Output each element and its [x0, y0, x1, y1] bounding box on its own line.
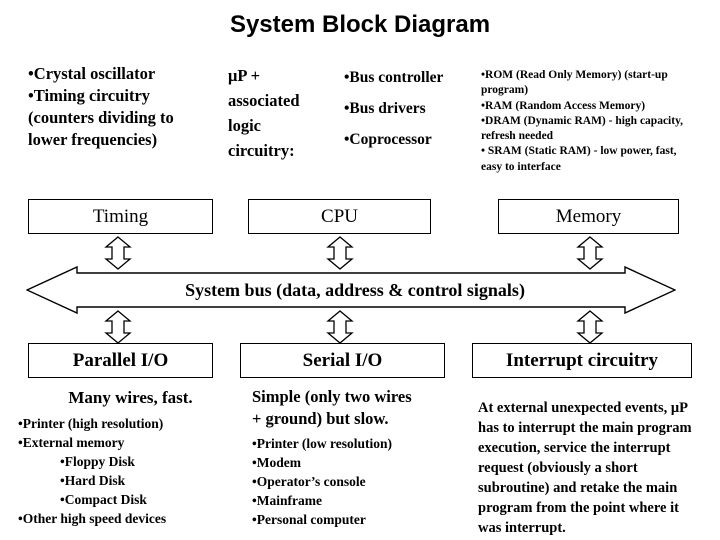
parallel-io-item: •Printer (high resolution) [18, 416, 164, 431]
timing-desc-line: •Timing circuitry [28, 86, 151, 105]
serial-io-item: •Operator’s console [252, 474, 366, 489]
parallel-io-item: •Floppy Disk [60, 454, 135, 469]
block-cpu-label: CPU [321, 206, 358, 227]
memory-desc-line: •ROM (Read Only Memory) (start-up [481, 69, 668, 81]
cpu-parts-list: •Bus controller •Bus drivers •Coprocesso… [344, 62, 484, 155]
cpu-desc-line: circuitry: [228, 141, 295, 160]
double-arrow-vertical-icon [326, 310, 354, 344]
memory-desc-line: refresh needed [481, 130, 554, 143]
block-interrupt-label: Interrupt circuitry [505, 350, 659, 371]
cpu-desc-line: associated [228, 91, 300, 110]
memory-desc-line: •DRAM (Dynamic RAM) - high capacity, [481, 114, 684, 127]
block-interrupt-circuitry[interactable]: Interrupt circuitry [472, 343, 692, 378]
cpu-desc-line: logic [228, 116, 261, 135]
serial-io-heading-line2: + ground) but slow. [252, 409, 389, 428]
slide-canvas: System Block Diagram •Crystal oscillator… [0, 0, 720, 540]
serial-io-item: •Personal computer [252, 512, 366, 527]
interrupt-note-line: execution, service the interrupt [478, 440, 671, 456]
parallel-io-item: •External memory [18, 435, 125, 450]
double-arrow-vertical-icon [576, 310, 604, 344]
serial-io-item: •Mainframe [252, 493, 322, 508]
memory-desc-line: program) [481, 84, 529, 97]
cpu-description: μP + associated logic circuitry: [228, 63, 338, 163]
memory-desc-line: easy to interface [481, 160, 561, 173]
connector-bus-serial [325, 310, 355, 344]
interrupt-note-line: program from the point where it [478, 500, 679, 516]
block-serial-io-label: Serial I/O [302, 350, 383, 371]
parallel-io-item: •Compact Disk [60, 492, 147, 507]
interrupt-note-line: request (obviously a short [478, 460, 638, 476]
interrupt-note-line: subroutine) and retake the main [478, 480, 678, 496]
connector-bus-interrupt [575, 310, 605, 344]
block-memory[interactable]: Memory [498, 199, 679, 234]
block-parallel-io[interactable]: Parallel I/O [28, 343, 213, 378]
serial-io-item: •Modem [252, 455, 301, 470]
memory-description: •ROM (Read Only Memory) (start-up progra… [481, 68, 719, 175]
connector-bus-parallel [103, 310, 133, 344]
cpu-part-item: •Coprocessor [344, 131, 432, 148]
serial-io-notes: Simple (only two wires + ground) but slo… [252, 386, 467, 529]
block-timing[interactable]: Timing [28, 199, 213, 234]
parallel-io-heading: Many wires, fast. [68, 388, 193, 407]
block-parallel-io-label: Parallel I/O [72, 350, 169, 371]
system-bus-label: System bus (data, address & control sign… [185, 279, 525, 300]
memory-desc-line: •RAM (Random Access Memory) [481, 99, 646, 112]
interrupt-note-line: has to interrupt the main program [478, 420, 692, 436]
interrupt-notes: At external unexpected events, μP has to… [478, 398, 718, 538]
interrupt-note-line: At external unexpected events, μP [478, 400, 688, 416]
parallel-io-notes: Many wires, fast. •Printer (high resolut… [18, 386, 243, 528]
double-arrow-vertical-icon [104, 310, 132, 344]
block-cpu[interactable]: CPU [248, 199, 431, 234]
memory-desc-line: • SRAM (Static RAM) - low power, fast, [481, 145, 677, 158]
block-timing-label: Timing [92, 206, 149, 227]
block-memory-label: Memory [555, 206, 622, 227]
timing-desc-line: •Crystal oscillator [28, 64, 156, 83]
cpu-part-item: •Bus controller [344, 69, 444, 86]
timing-desc-line: (counters dividing to [28, 108, 174, 127]
cpu-desc-line: μP + [228, 66, 261, 85]
serial-io-item: •Printer (low resolution) [252, 436, 392, 451]
page-title: System Block Diagram [229, 11, 491, 38]
block-serial-io[interactable]: Serial I/O [240, 343, 445, 378]
system-bus: System bus (data, address & control sign… [25, 265, 677, 315]
timing-description: •Crystal oscillator •Timing circuitry (c… [28, 63, 228, 151]
timing-desc-line: lower frequencies) [28, 130, 158, 149]
parallel-io-item: •Hard Disk [60, 473, 126, 488]
serial-io-heading-line1: Simple (only two wires [252, 387, 412, 406]
cpu-part-item: •Bus drivers [344, 100, 426, 117]
interrupt-note-line: was interrupt. [478, 520, 566, 536]
parallel-io-item: •Other high speed devices [18, 511, 167, 526]
